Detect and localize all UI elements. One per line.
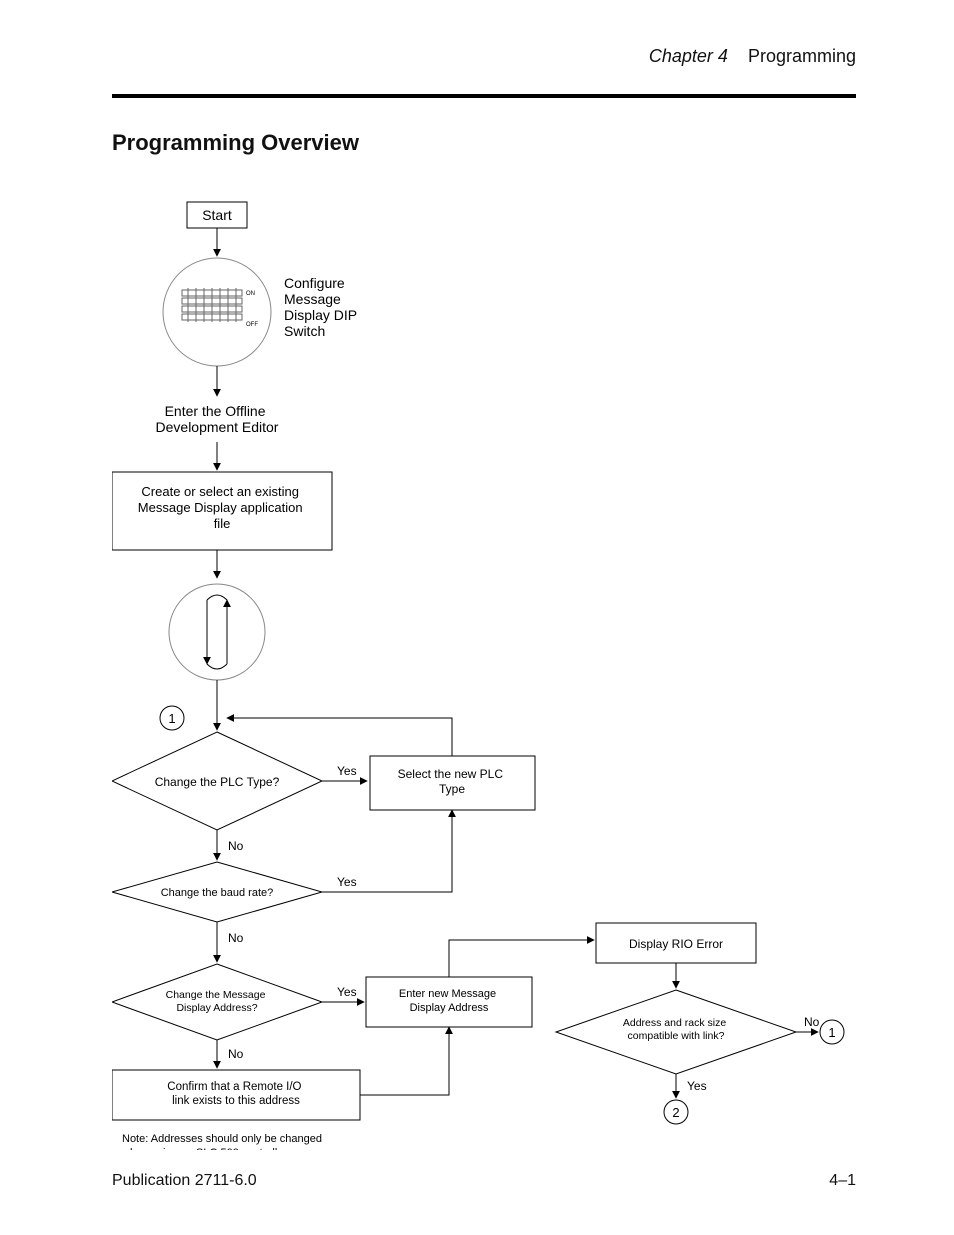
d3-no: No [228, 1047, 244, 1061]
d4-yes: Yes [687, 1079, 707, 1093]
loop-icon [169, 584, 265, 680]
decision-plc-type-label: Change the PLC Type? [155, 775, 280, 789]
dip-on-label: ON [246, 291, 255, 297]
page-header: Chapter 4 Programming [112, 46, 856, 67]
footer-page-number: 4–1 [829, 1172, 856, 1190]
decision-baud-label: Change the baud rate? [161, 887, 274, 899]
footer-publication: Publication 2711-6.0 [112, 1172, 257, 1190]
ref-1-label: 1 [168, 711, 175, 726]
d2-yes: Yes [337, 875, 357, 889]
ref-1b-label: 1 [828, 1025, 835, 1040]
d4-no: No [804, 1015, 820, 1029]
create-file-label: Create or select an existing Message Dis… [138, 484, 306, 531]
enter-address-label: Enter new Message Display Address [399, 988, 499, 1014]
header-chapter: Chapter 4 [649, 46, 728, 66]
decision-compatible-label: Address and rack size compatible with li… [623, 1017, 729, 1042]
select-plc-label: Select the new PLC Type [398, 767, 507, 796]
ref-2-label: 2 [672, 1105, 679, 1120]
editor-label: Enter the Offline Development Editor [156, 403, 279, 435]
d1-no: No [228, 839, 244, 853]
confirm-label: Confirm that a Remote I/O link exists to… [167, 1081, 304, 1107]
rio-error-label: Display RIO Error [629, 937, 723, 951]
header-title: Programming [748, 46, 856, 66]
d3-yes: Yes [337, 985, 357, 999]
decision-address-label: Change the Message Display Address? [166, 989, 269, 1014]
header-divider [112, 94, 856, 98]
dip-off-label: OFF [246, 322, 258, 328]
dip-label: Configure Message Display DIP Switch [284, 275, 361, 339]
start-label: Start [202, 207, 232, 223]
note-label: Note: Addresses should only be changed w… [121, 1133, 325, 1150]
d2-no: No [228, 931, 244, 945]
flowchart: Start ON OFF Configure Message Display D… [112, 170, 852, 1150]
section-title: Programming Overview [112, 130, 359, 156]
d1-yes: Yes [337, 764, 357, 778]
